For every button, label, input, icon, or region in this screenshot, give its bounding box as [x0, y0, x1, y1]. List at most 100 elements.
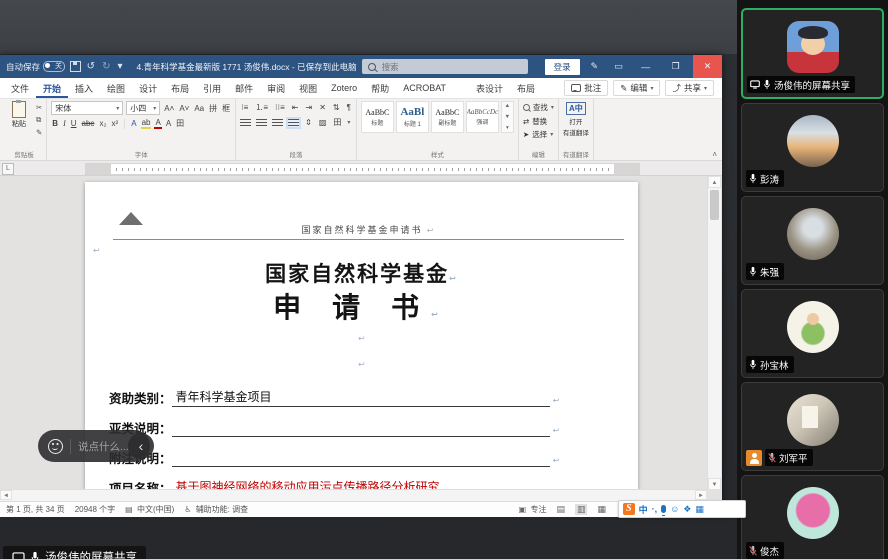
chat-collapse-button[interactable]: ‹	[128, 433, 154, 459]
minimize-button[interactable]: —	[633, 55, 658, 78]
sort-button[interactable]: ⇅	[332, 103, 341, 112]
close-button[interactable]: ✕	[693, 55, 722, 78]
styles-gallery-scroll[interactable]: ▲ ▼ ▾	[501, 101, 514, 133]
tab-mailings[interactable]: 邮件	[228, 78, 260, 98]
select-button[interactable]: ➤ 选择 ▾	[523, 129, 554, 140]
subscript-button[interactable]: x₂	[98, 119, 107, 128]
style-card-emphasis[interactable]: AaBbCcDc 强调	[466, 101, 499, 133]
format-painter-button[interactable]: ✎	[36, 128, 42, 137]
page-indicator[interactable]: 第 1 页, 共 34 页	[6, 504, 65, 515]
undo-button[interactable]: ↺	[86, 61, 96, 72]
participant-tile-pengtao[interactable]: 彭涛	[741, 103, 884, 192]
tab-help[interactable]: 帮助	[364, 78, 396, 98]
style-card-heading1[interactable]: AaBl 标题 1	[396, 101, 429, 133]
align-right-button[interactable]	[272, 119, 283, 127]
tab-draw[interactable]: 绘图	[100, 78, 132, 98]
decrease-indent-button[interactable]: ⇤	[291, 103, 300, 112]
tab-review[interactable]: 审阅	[260, 78, 292, 98]
scroll-up-icon[interactable]: ▲	[708, 176, 721, 188]
ime-skin-icon[interactable]: ❖	[683, 504, 691, 515]
font-name-select[interactable]: 宋体▾	[51, 101, 123, 115]
change-case-button[interactable]: Aa	[193, 104, 205, 113]
align-left-button[interactable]	[240, 119, 251, 127]
youdao-translate-button[interactable]: A中 打开 有道翻译	[563, 101, 589, 137]
ime-toolbox-icon[interactable]: ▦	[695, 504, 704, 515]
style-card-title[interactable]: AaBbC 标题	[361, 101, 394, 133]
horizontal-ruler[interactable]	[85, 163, 640, 175]
autosave-toggle[interactable]: 自动保存 关	[6, 61, 65, 73]
italic-button[interactable]: I	[62, 119, 67, 128]
restore-button[interactable]: ❐	[663, 55, 688, 78]
tab-selector[interactable]: L	[2, 163, 14, 175]
tab-acrobat[interactable]: ACROBAT	[396, 78, 453, 98]
horizontal-scrollbar[interactable]: ◄ ►	[0, 489, 707, 501]
accessibility-status[interactable]: ♿ 辅助功能: 调查	[184, 504, 248, 515]
editing-mode-button[interactable]: ✎ 编辑 ▾	[613, 80, 660, 96]
bold-button[interactable]: B	[51, 119, 59, 128]
word-count[interactable]: 20948 个字	[75, 504, 115, 515]
replace-button[interactable]: ⇄ 替换	[523, 116, 554, 127]
tab-insert[interactable]: 插入	[68, 78, 100, 98]
comments-button[interactable]: 批注	[564, 80, 608, 96]
participant-tile-zhuqiang[interactable]: 朱强	[741, 196, 884, 285]
grow-font-button[interactable]: A˄	[163, 104, 175, 113]
tab-references[interactable]: 引用	[196, 78, 228, 98]
numbered-list-button[interactable]: ⒈≡	[254, 102, 269, 113]
borders-button[interactable]: 田	[332, 117, 342, 128]
font-size-select[interactable]: 小四▾	[126, 101, 160, 115]
scrollbar-thumb[interactable]	[710, 190, 719, 220]
pen-icon[interactable]: ✎	[585, 61, 604, 72]
superscript-button[interactable]: x²	[111, 119, 120, 128]
scroll-down-icon[interactable]: ▼	[708, 478, 721, 490]
tab-home[interactable]: 开始	[36, 78, 68, 98]
multilevel-list-button[interactable]: ⁝⁝≡	[274, 103, 286, 112]
pinyin-guide-button[interactable]: 拼	[208, 103, 218, 114]
share-button[interactable]: ⤴ 共享 ▾	[665, 80, 714, 96]
language-indicator[interactable]: ▤ 中文(中国)	[125, 504, 174, 515]
collapse-ribbon-button[interactable]: ˄	[712, 150, 717, 159]
asian-layout-button[interactable]: ✕	[318, 103, 327, 112]
tab-design[interactable]: 设计	[132, 78, 164, 98]
participant-tile-junjie[interactable]: 俊杰	[741, 475, 884, 559]
highlight-color-button[interactable]: ab	[141, 118, 152, 129]
scroll-left-icon[interactable]: ◄	[0, 490, 12, 500]
web-layout-button[interactable]: ▦	[595, 504, 608, 515]
strikethrough-button[interactable]: abc	[81, 119, 96, 128]
shrink-font-button[interactable]: A˅	[178, 104, 190, 113]
read-mode-button[interactable]: ▤	[554, 504, 567, 515]
cut-button[interactable]: ✂	[36, 103, 42, 112]
show-marks-button[interactable]: ¶	[346, 103, 352, 112]
character-shading-button[interactable]: A	[165, 119, 172, 128]
redo-button[interactable]: ↻	[101, 61, 111, 72]
scroll-right-icon[interactable]: ►	[695, 490, 707, 500]
search-box[interactable]	[362, 59, 528, 74]
ime-language-toggle[interactable]: 中	[639, 503, 648, 516]
increase-indent-button[interactable]: ⇥	[304, 103, 313, 112]
ime-mic-icon[interactable]	[661, 505, 666, 513]
shading-button[interactable]: ▨	[318, 118, 328, 127]
print-layout-button[interactable]: ▥	[575, 504, 588, 515]
copy-button[interactable]: ⧉	[36, 115, 42, 125]
ime-emoji-icon[interactable]: ☺	[670, 504, 679, 514]
tab-layout[interactable]: 布局	[164, 78, 196, 98]
chat-placeholder[interactable]: 说点什么...	[78, 439, 129, 454]
participant-tile-sunbaolin[interactable]: 孙宝林	[741, 289, 884, 378]
ime-toolbar[interactable]: S 中 ·, ☺ ❖ ▦	[618, 500, 746, 518]
enclose-characters-button[interactable]: 田	[175, 118, 185, 129]
find-button[interactable]: 查找 ▾	[523, 102, 554, 113]
document-page[interactable]: 国家自然科学基金申请书 ↩ ↩ 国家自然科学基金↩ 申 请 书↩ ↩ ↩ 资助类…	[85, 182, 638, 490]
sogou-logo-icon[interactable]: S	[623, 503, 635, 515]
ime-punctuation-icon[interactable]: ·,	[652, 504, 658, 514]
participant-tile-liujunping[interactable]: 刘军平	[741, 382, 884, 471]
character-border-button[interactable]: 框	[221, 103, 231, 114]
tab-file[interactable]: 文件	[4, 78, 36, 98]
signin-button[interactable]: 登录	[545, 59, 580, 75]
text-effects-button[interactable]: A	[130, 119, 137, 128]
participant-tile-tangjunwei[interactable]: 汤俊伟的屏幕共享	[741, 8, 884, 99]
qat-dropdown-icon[interactable]: ▾	[116, 61, 123, 72]
style-card-subtitle[interactable]: AaBbC 副标题	[431, 101, 464, 133]
focus-mode-button[interactable]: ▣ 专注	[519, 504, 547, 515]
save-icon[interactable]	[70, 61, 81, 72]
paste-button[interactable]: 粘贴	[6, 101, 32, 137]
tab-zotero[interactable]: Zotero	[324, 78, 364, 98]
